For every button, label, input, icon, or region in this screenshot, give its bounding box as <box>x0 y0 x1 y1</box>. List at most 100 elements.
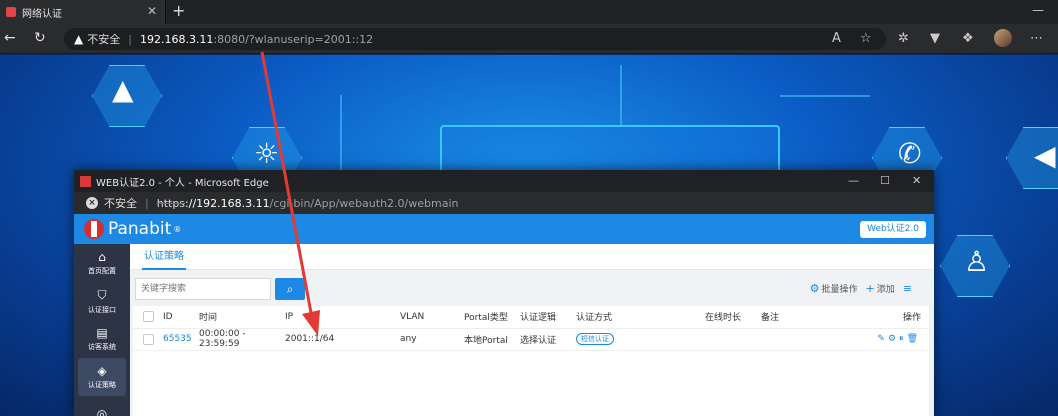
url-path: :8080/?wlanuserip=2001::12 <box>213 32 374 46</box>
favorite-star-icon[interactable]: ☆ <box>860 31 872 46</box>
plus-icon: + <box>865 282 875 295</box>
person-icon: ♙ <box>964 245 990 278</box>
clipboard-icon: ▤ <box>96 326 108 340</box>
omnibox-separator: | <box>128 32 132 46</box>
header-ip: IP <box>285 306 400 329</box>
circuit-line <box>340 95 342 175</box>
edit-pencil-icon[interactable]: ✎ <box>877 334 888 344</box>
popup-title: WEB认证2.0 - 个人 - Microsoft Edge <box>96 177 269 189</box>
cell-vlan: any <box>400 328 464 351</box>
shield-icon: ⛉ <box>97 287 107 302</box>
search-input[interactable] <box>135 278 271 300</box>
refresh-icon[interactable]: ↻ <box>34 30 46 46</box>
table-header-row: ID 时间 IP VLAN Portal类型 认证逻辑 认证方式 在线时长 备注… <box>133 306 929 329</box>
row-checkbox[interactable] <box>143 333 154 345</box>
cell-online <box>705 328 761 351</box>
header-method: 认证方式 <box>576 306 705 329</box>
play-back-icon: ◀ <box>1034 139 1056 172</box>
panabit-logo: Panabit ® <box>84 219 181 239</box>
version-button[interactable]: Web认证2.0 <box>860 221 926 238</box>
page-tabs: 认证策略 <box>130 244 934 270</box>
toolbar: ⌕ ⚙批量操作 +添加 ≡ <box>130 278 934 300</box>
camera-icon: ◎ <box>96 407 108 416</box>
header-checkbox-cell <box>133 306 163 329</box>
url-host: 192.168.3.11 <box>139 32 214 46</box>
network-triangle-icon: ▲ <box>112 73 134 106</box>
cell-time: 00:00:00 - 23:59:59 <box>199 328 285 351</box>
stack-icon: ◈ <box>97 364 107 378</box>
sidebar-item-visitor[interactable]: ▤ 访客系统 <box>74 320 130 358</box>
phone-icon: ✆ <box>898 137 922 170</box>
extension-gear-icon[interactable]: ✲ <box>898 31 909 46</box>
sidebar-item-more[interactable]: ◎ <box>74 396 130 416</box>
settings-cog-icon[interactable]: ⚙ <box>888 334 899 344</box>
add-button[interactable]: + 添加 <box>866 282 895 295</box>
new-tab-button[interactable]: + <box>172 1 185 20</box>
back-arrow-icon[interactable]: ← <box>4 30 16 46</box>
home-icon: ⌂ <box>98 250 106 264</box>
profile-avatar[interactable] <box>994 29 1012 47</box>
row-checkbox-cell <box>133 328 163 351</box>
address-input[interactable]: ▲ 不安全 | 192.168.3.11 :8080/?wlanuserip=2… <box>64 28 886 50</box>
policy-table-card: ID 时间 IP VLAN Portal类型 认证逻辑 认证方式 在线时长 备注… <box>133 306 929 416</box>
popup-addressbar[interactable]: × 不安全 | https ://192.168.3.11 /cgi-bin/A… <box>74 192 934 214</box>
security-label: 不安全 <box>87 33 121 46</box>
app-header: Panabit ® Web认证2.0 <box>74 214 934 244</box>
header-remark: 备注 <box>761 306 821 329</box>
popup-titlebar: WEB认证2.0 - 个人 - Microsoft Edge — ☐ ✕ <box>74 170 934 192</box>
tab-auth-policy[interactable]: 认证策略 <box>142 244 186 270</box>
popup-favicon-icon <box>80 175 91 187</box>
read-aloud-icon[interactable]: A <box>832 31 841 46</box>
sidebar-item-label: 认证接口 <box>88 305 116 314</box>
sidebar-item-label: 访客系统 <box>88 343 116 351</box>
sidebar-item-policy[interactable]: ◈ 认证策略 <box>78 358 126 396</box>
sidebar-item-home[interactable]: ⌂ 首页配置 <box>74 244 130 282</box>
header-vlan: VLAN <box>400 306 464 329</box>
header-id: ID <box>163 306 199 329</box>
cell-remark <box>761 328 821 351</box>
popup-url-scheme: https <box>156 196 186 210</box>
logo-registered: ® <box>173 224 182 234</box>
sidebar-item-label: 认证策略 <box>88 381 116 389</box>
batch-button[interactable]: ⚙ 批量操作 <box>810 282 858 295</box>
popup-separator: | <box>145 196 149 210</box>
select-all-checkbox[interactable] <box>143 311 154 323</box>
sidebar: ⌂ 首页配置 ⛉ 认证接口 ▤ 访客系统 ◈ 认证策略 ◎ <box>74 244 130 416</box>
search-button[interactable]: ⌕ <box>275 278 305 300</box>
cell-id[interactable]: 65535 <box>163 328 199 351</box>
batch-label: 批量操作 <box>821 285 858 295</box>
tab-favicon-icon <box>6 7 16 17</box>
sidebar-item-label: 首页配置 <box>88 267 116 275</box>
method-tag: 短信认证 <box>576 333 614 345</box>
pause-icon[interactable]: ⏸ <box>899 334 907 344</box>
tab-title: 网络认证 <box>22 8 62 20</box>
extension-v-icon[interactable]: ▼ <box>930 31 940 46</box>
cell-logic: 选择认证 <box>520 328 576 351</box>
popup-security-label: 不安全 <box>104 197 137 210</box>
popup-window: WEB认证2.0 - 个人 - Microsoft Edge — ☐ ✕ × 不… <box>74 170 934 416</box>
logo-mark-icon <box>84 219 104 239</box>
circuit-line <box>620 65 622 125</box>
cell-method: 短信认证 <box>576 328 705 351</box>
cell-portal: 本地Portal <box>464 328 520 351</box>
header-actions: 操作 <box>821 306 929 329</box>
popup-minimize-icon[interactable]: — <box>848 174 859 187</box>
header-logic: 认证逻辑 <box>520 306 576 329</box>
browser-tab[interactable]: 网络认证 ✕ <box>0 0 166 24</box>
window-minimize-icon[interactable]: — <box>1032 3 1044 17</box>
tab-close-icon[interactable]: ✕ <box>147 4 157 18</box>
extensions-puzzle-icon[interactable]: ❖ <box>962 31 974 46</box>
popup-close-icon[interactable]: ✕ <box>912 174 921 187</box>
sidebar-item-interface[interactable]: ⛉ 认证接口 <box>74 282 130 320</box>
policy-table: ID 时间 IP VLAN Portal类型 认证逻辑 认证方式 在线时长 备注… <box>133 306 929 351</box>
browser-addressbar: ← ↻ ▲ 不安全 | 192.168.3.11 :8080/?wlanuser… <box>0 24 1058 54</box>
insecure-x-icon: × <box>86 197 98 209</box>
logo-text: Panabit <box>108 219 172 239</box>
popup-maximize-icon[interactable]: ☐ <box>880 174 890 187</box>
delete-trash-icon[interactable]: 🗑 <box>907 334 921 344</box>
column-menu-icon[interactable]: ≡ <box>903 282 912 295</box>
cell-actions: ✎⚙⏸🗑 <box>821 328 929 351</box>
more-menu-icon[interactable]: ⋯ <box>1030 31 1043 46</box>
warning-icon: ▲ <box>74 32 84 46</box>
browser-tabbar: 网络认证 ✕ + — <box>0 0 1058 24</box>
